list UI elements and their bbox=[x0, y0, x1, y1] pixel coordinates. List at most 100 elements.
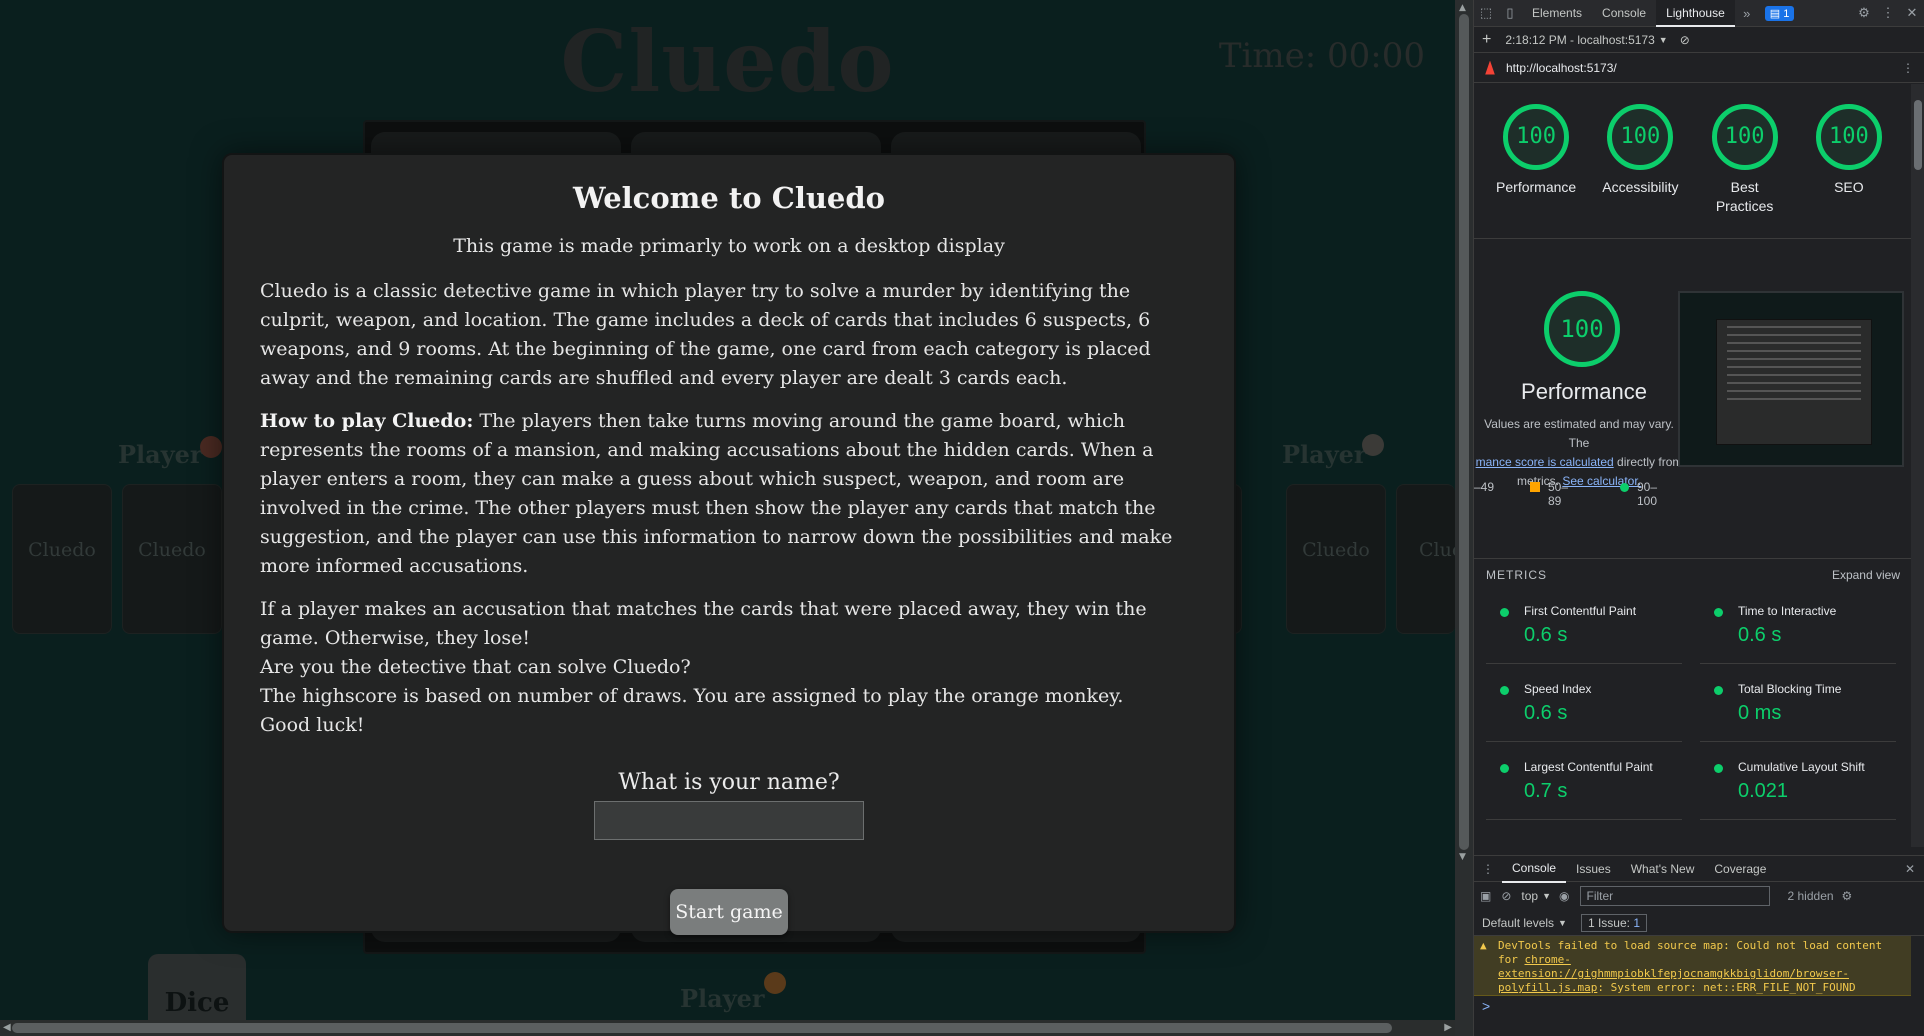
tab-console[interactable]: Console bbox=[1592, 0, 1656, 27]
metric-value: 0.6 s bbox=[1524, 702, 1568, 724]
console-levels-bar: Default levels ▼ 1 Issue: 1 bbox=[1474, 910, 1924, 936]
page-vertical-scrollbar[interactable]: ▲ ▼ bbox=[1455, 0, 1473, 1036]
lighthouse-logo-icon bbox=[1485, 60, 1495, 75]
chevron-down-icon[interactable]: ▼ bbox=[1558, 918, 1567, 928]
circle-green-icon bbox=[1714, 608, 1723, 617]
monkey-icon bbox=[764, 972, 786, 994]
drawer-tab-whats-new[interactable]: What's New bbox=[1621, 856, 1705, 882]
metric-value: 0.021 bbox=[1738, 780, 1789, 802]
device-toggle-icon[interactable]: ▯ bbox=[1498, 5, 1522, 21]
thumbnail-modal bbox=[1716, 319, 1872, 445]
scroll-left-icon[interactable]: ◀ bbox=[3, 1022, 11, 1033]
metric-name: First Contentful Paint bbox=[1524, 604, 1637, 618]
chevron-down-icon[interactable]: ▼ bbox=[1542, 891, 1551, 901]
game-timer: Time: 00:00 bbox=[1218, 36, 1425, 76]
circle-green-icon bbox=[1620, 483, 1629, 492]
name-input[interactable] bbox=[594, 801, 864, 840]
tab-elements[interactable]: Elements bbox=[1522, 0, 1592, 27]
more-tabs-icon[interactable]: » bbox=[1735, 6, 1759, 21]
score-gauges: 100 Performance 100 Accessibility 100 Be… bbox=[1474, 84, 1911, 239]
eye-icon[interactable]: ◉ bbox=[1559, 889, 1569, 903]
gauge-best-practices[interactable]: 100 Best Practices bbox=[1700, 104, 1790, 238]
metrics-header: METRICS Expand view bbox=[1486, 568, 1900, 582]
legend-high-label: 90–100 bbox=[1637, 480, 1658, 508]
gauge-label: Performance bbox=[1496, 179, 1577, 195]
devtools-tabbar: ⬚ ▯ Elements Console Lighthouse » ▤ 1 ⚙ … bbox=[1474, 0, 1924, 27]
drawer-menu-icon[interactable]: ⋮ bbox=[1474, 862, 1502, 876]
report-scrollbar[interactable] bbox=[1911, 84, 1924, 847]
issues-chip[interactable]: 1 Issue: 1 bbox=[1580, 913, 1648, 932]
player-card[interactable]: Cluedo bbox=[12, 484, 112, 634]
performance-score-ring: 100 bbox=[1544, 291, 1620, 367]
warning-icon: ▲ bbox=[1480, 939, 1487, 952]
player-card[interactable]: Cluedo bbox=[1286, 484, 1386, 634]
horizontal-scrollbar[interactable]: ◀ ▶ bbox=[0, 1020, 1455, 1036]
console-prompt[interactable]: > bbox=[1482, 998, 1490, 1014]
metric-speed-index: Speed Index 0.6 s bbox=[1486, 676, 1682, 742]
hidden-count: 2 hidden bbox=[1787, 889, 1834, 903]
outro-paragraph: If a player makes an accusation that mat… bbox=[260, 595, 1198, 740]
welcome-modal: Welcome to Cluedo This game is made prim… bbox=[222, 153, 1236, 935]
metric-tti: Time to Interactive 0.6 s bbox=[1700, 598, 1896, 664]
close-icon[interactable]: ✕ bbox=[1905, 862, 1915, 876]
game-page: Cluedo Time: 00:00 Player Player Player … bbox=[0, 0, 1455, 1036]
player-card[interactable]: Clue bbox=[1396, 484, 1455, 634]
metric-value: 0.6 s bbox=[1738, 624, 1782, 646]
clear-console-icon[interactable]: ⊘ bbox=[1501, 889, 1511, 903]
player-right-label: Player bbox=[1282, 440, 1367, 469]
metric-name: Largest Contentful Paint bbox=[1524, 760, 1653, 774]
scroll-up-icon[interactable]: ▲ bbox=[1459, 3, 1466, 13]
player-card[interactable]: Cluedo bbox=[122, 484, 222, 634]
circle-green-icon bbox=[1500, 764, 1509, 773]
context-selector[interactable]: top bbox=[1521, 889, 1538, 903]
drawer-tab-coverage[interactable]: Coverage bbox=[1704, 856, 1776, 882]
score-ring: 100 bbox=[1607, 104, 1674, 170]
new-report-icon[interactable]: + bbox=[1482, 31, 1491, 49]
drawer-tab-console[interactable]: Console bbox=[1502, 855, 1567, 883]
player-bottom-label: Player bbox=[680, 984, 765, 1013]
scroll-down-icon[interactable]: ▼ bbox=[1459, 852, 1466, 862]
report-selector[interactable]: 2:18:12 PM - localhost:5173 bbox=[1505, 33, 1654, 47]
metric-name: Total Blocking Time bbox=[1738, 682, 1842, 696]
drawer-tab-issues[interactable]: Issues bbox=[1566, 856, 1621, 882]
legend-high: 90–100 bbox=[1620, 480, 1657, 508]
close-icon[interactable]: ✕ bbox=[1900, 5, 1924, 21]
gear-icon[interactable]: ⚙ bbox=[1852, 5, 1876, 21]
console-warning-message: ▲ DevTools failed to load source map: Co… bbox=[1474, 936, 1911, 996]
clear-icon[interactable]: ⊘ bbox=[1680, 33, 1690, 47]
start-game-button[interactable]: Start game bbox=[670, 889, 788, 935]
kebab-menu-icon[interactable]: ⋮ bbox=[1902, 61, 1914, 75]
performance-title: Performance bbox=[1521, 379, 1647, 404]
sidebar-toggle-icon[interactable]: ▣ bbox=[1480, 889, 1491, 903]
chevron-down-icon[interactable]: ▼ bbox=[1659, 35, 1668, 45]
gauge-seo[interactable]: 100 SEO bbox=[1804, 104, 1894, 238]
default-levels-dropdown[interactable]: Default levels bbox=[1482, 916, 1554, 930]
tab-lighthouse[interactable]: Lighthouse bbox=[1656, 0, 1735, 27]
issues-badge[interactable]: ▤ 1 bbox=[1764, 5, 1795, 21]
issues-chip-label: 1 Issue: bbox=[1587, 915, 1630, 930]
score-ring: 100 bbox=[1503, 104, 1570, 170]
gauge-accessibility[interactable]: 100 Accessibility bbox=[1595, 104, 1685, 238]
score-ring: 100 bbox=[1815, 104, 1882, 170]
devtools-panel: ⬚ ▯ Elements Console Lighthouse » ▤ 1 ⚙ … bbox=[1473, 0, 1924, 1036]
scroll-right-icon[interactable]: ▶ bbox=[1444, 1022, 1452, 1033]
expand-view-toggle[interactable]: Expand view bbox=[1832, 568, 1900, 582]
score-calculated-link[interactable]: mance score is calculated bbox=[1476, 455, 1614, 469]
scrollbar-thumb[interactable] bbox=[12, 1023, 1392, 1033]
report-url[interactable]: http://localhost:5173/ bbox=[1506, 61, 1617, 75]
metric-tbt: Total Blocking Time 0 ms bbox=[1700, 676, 1896, 742]
kebab-menu-icon[interactable]: ⋮ bbox=[1876, 5, 1900, 21]
gauge-performance[interactable]: 100 Performance bbox=[1491, 104, 1581, 238]
circle-green-icon bbox=[1500, 608, 1509, 617]
metric-lcp: Largest Contentful Paint 0.7 s bbox=[1486, 754, 1682, 820]
console-filter-input[interactable]: Filter bbox=[1579, 886, 1770, 906]
issues-chip-count: 1 bbox=[1633, 915, 1641, 930]
scrollbar-thumb[interactable] bbox=[1459, 14, 1469, 850]
name-question: What is your name? bbox=[618, 770, 840, 795]
scrollbar-thumb[interactable] bbox=[1914, 100, 1922, 170]
gear-icon[interactable]: ⚙ bbox=[1842, 889, 1853, 903]
page-screenshot-thumbnail[interactable] bbox=[1678, 291, 1904, 467]
inspect-icon[interactable]: ⬚ bbox=[1474, 5, 1498, 21]
gauge-label: SEO bbox=[1834, 179, 1864, 195]
legend-mid: 50–89 bbox=[1530, 480, 1568, 508]
